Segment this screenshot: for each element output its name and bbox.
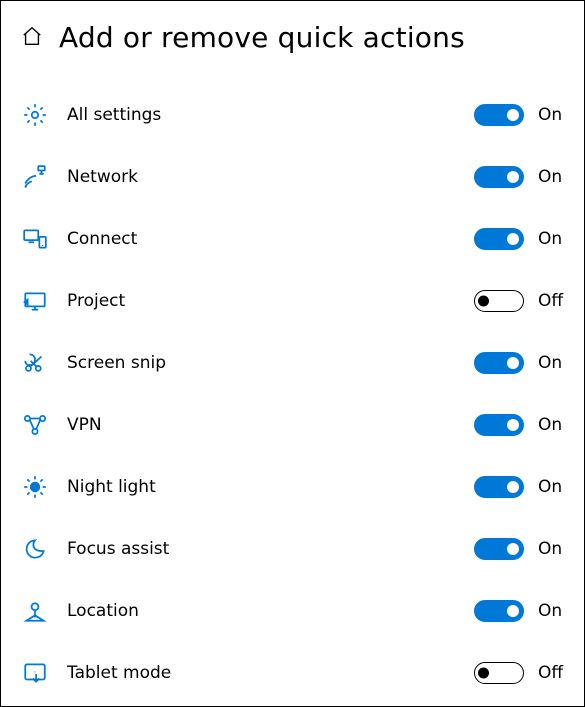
row-label: Connect	[67, 229, 474, 249]
toggle-state-label: On	[538, 415, 566, 435]
night-light-icon	[21, 473, 49, 501]
row-label: Project	[67, 291, 474, 311]
row-label: Night light	[67, 477, 474, 497]
toggle-state-label: On	[538, 601, 566, 621]
toggle-tablet-mode[interactable]	[474, 662, 524, 684]
row-label: Location	[67, 601, 474, 621]
toggle-state-label: On	[538, 105, 566, 125]
row-label: Tablet mode	[67, 663, 474, 683]
toggle-location[interactable]	[474, 600, 524, 622]
connect-icon	[21, 225, 49, 253]
toggle-network[interactable]	[474, 166, 524, 188]
toggle-wrap: On	[474, 538, 566, 560]
toggle-connect[interactable]	[474, 228, 524, 250]
row-label: All settings	[67, 105, 474, 125]
toggle-wrap: On	[474, 600, 566, 622]
row-tablet-mode: Tablet mode Off	[19, 642, 566, 704]
toggle-wrap: On	[474, 166, 566, 188]
toggle-state-label: Off	[538, 663, 566, 683]
toggle-wrap: On	[474, 352, 566, 374]
toggle-project[interactable]	[474, 290, 524, 312]
toggle-state-label: On	[538, 229, 566, 249]
tablet-mode-icon	[21, 659, 49, 687]
toggle-wrap: Off	[474, 290, 566, 312]
toggle-state-label: On	[538, 539, 566, 559]
row-label: Network	[67, 167, 474, 187]
toggle-wrap: On	[474, 476, 566, 498]
network-icon	[21, 163, 49, 191]
quick-actions-list: All settings On Network On Connect On Pr…	[19, 84, 566, 704]
toggle-state-label: On	[538, 167, 566, 187]
row-label: Focus assist	[67, 539, 474, 559]
page-header: Add or remove quick actions	[19, 21, 566, 54]
toggle-wrap: On	[474, 228, 566, 250]
toggle-night-light[interactable]	[474, 476, 524, 498]
toggle-wrap: Off	[474, 662, 566, 684]
page-title: Add or remove quick actions	[59, 21, 465, 54]
toggle-state-label: On	[538, 353, 566, 373]
toggle-all-settings[interactable]	[474, 104, 524, 126]
toggle-vpn[interactable]	[474, 414, 524, 436]
row-label: Screen snip	[67, 353, 474, 373]
row-screen-snip: Screen snip On	[19, 332, 566, 394]
toggle-focus-assist[interactable]	[474, 538, 524, 560]
row-project: Project Off	[19, 270, 566, 332]
toggle-state-label: Off	[538, 291, 566, 311]
row-network: Network On	[19, 146, 566, 208]
project-icon	[21, 287, 49, 315]
vpn-icon	[21, 411, 49, 439]
focus-assist-icon	[21, 535, 49, 563]
home-icon[interactable]	[21, 25, 43, 51]
row-focus-assist: Focus assist On	[19, 518, 566, 580]
toggle-wrap: On	[474, 414, 566, 436]
row-connect: Connect On	[19, 208, 566, 270]
settings-icon	[21, 101, 49, 129]
row-label: VPN	[67, 415, 474, 435]
row-location: Location On	[19, 580, 566, 642]
location-icon	[21, 597, 49, 625]
toggle-state-label: On	[538, 477, 566, 497]
row-all-settings: All settings On	[19, 84, 566, 146]
row-vpn: VPN On	[19, 394, 566, 456]
row-night-light: Night light On	[19, 456, 566, 518]
toggle-wrap: On	[474, 104, 566, 126]
screen-snip-icon	[21, 349, 49, 377]
toggle-screen-snip[interactable]	[474, 352, 524, 374]
